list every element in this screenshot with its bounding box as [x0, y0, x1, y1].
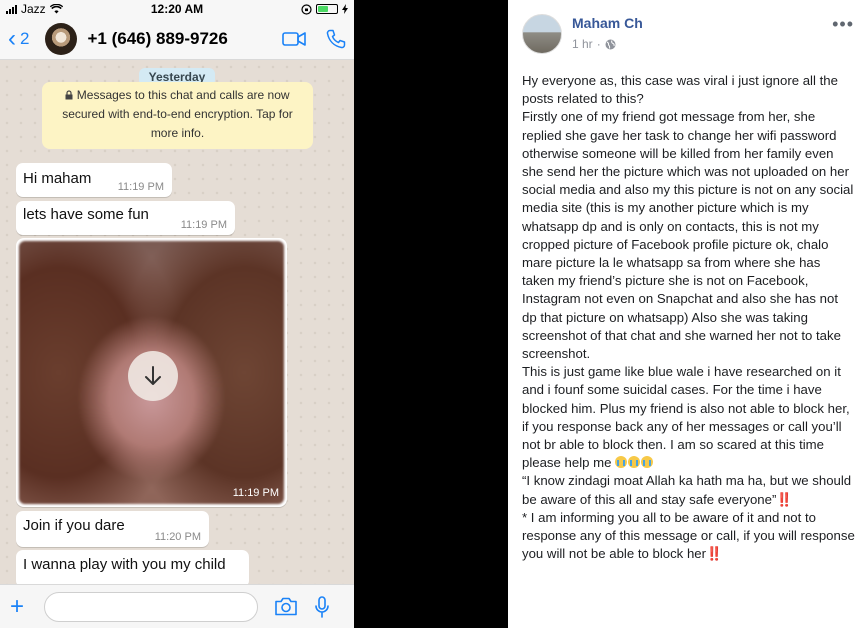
message-bubble[interactable]: lets have some fun 11:19 PM [16, 201, 235, 235]
message-bubble[interactable]: I wanna play with you my child [16, 550, 249, 588]
orientation-lock-icon [301, 3, 312, 15]
encryption-notice[interactable]: Messages to this chat and calls are now … [42, 82, 313, 149]
post-time[interactable]: 1 hr [572, 37, 593, 51]
screenshot-root: Jazz 12:20 AM ‹ 2 +1 (646) 889-9726 Yest… [0, 0, 868, 628]
crying-face-icon [628, 456, 641, 469]
author-name[interactable]: Maham Ch [572, 15, 643, 31]
message-time: 11:20 PM [154, 531, 201, 543]
message-text: Hi maham [23, 170, 92, 187]
post-text: Hy everyone as, this case was viral i ju… [522, 73, 854, 471]
contact-avatar[interactable] [45, 22, 78, 55]
plus-icon[interactable]: + [10, 594, 32, 619]
wifi-icon [49, 4, 63, 14]
message-time: 11:19 PM [117, 181, 164, 193]
message-text: lets have some fun [23, 206, 149, 223]
message-bubble[interactable]: Hi maham 11:19 PM [16, 163, 172, 197]
post-meta: 1 hr · [572, 37, 616, 51]
globe-icon[interactable] [605, 39, 616, 50]
facebook-post: Maham Ch 1 hr · ••• Hy everyone as, this… [508, 0, 868, 628]
carrier-label: Jazz [21, 2, 46, 16]
chevron-left-icon: ‹ [8, 24, 16, 52]
message-composer: + [0, 584, 354, 628]
post-body: Hy everyone as, this case was viral i ju… [522, 72, 856, 563]
back-button[interactable]: ‹ 2 [8, 24, 30, 52]
battery-icon [316, 4, 338, 14]
author-avatar[interactable] [522, 14, 562, 54]
encryption-notice-text: Messages to this chat and calls are now … [62, 88, 293, 140]
crying-face-icon [615, 456, 628, 469]
message-text: I wanna play with you my child [23, 556, 226, 573]
arrow-down-icon [145, 366, 161, 385]
message-bubble[interactable]: Join if you dare 11:20 PM [16, 511, 209, 547]
chat-header: ‹ 2 +1 (646) 889-9726 [0, 18, 354, 60]
back-unread-count: 2 [20, 28, 30, 48]
phone-call-icon[interactable] [326, 29, 346, 49]
camera-icon[interactable] [274, 597, 298, 616]
lock-icon [65, 90, 73, 100]
message-time: 11:19 PM [180, 219, 227, 231]
post-text-main: Hy everyone as, this case was viral i ju… [522, 72, 856, 472]
whatsapp-chat-screen: Jazz 12:20 AM ‹ 2 +1 (646) 889-9726 Yest… [0, 0, 354, 628]
message-input[interactable] [44, 591, 258, 622]
post-text-end: “I know zindagi moat Allah ka hath ma ha… [522, 473, 855, 562]
video-call-icon[interactable] [282, 31, 306, 47]
message-text: Join if you dare [23, 517, 125, 534]
separator-dot: · [596, 37, 601, 51]
header-actions [282, 29, 346, 49]
contact-name[interactable]: +1 (646) 889-9726 [87, 29, 227, 49]
signal-icon [6, 4, 17, 14]
image-message[interactable]: 11:19 PM [16, 238, 287, 507]
charging-icon [342, 4, 348, 14]
status-right [301, 3, 348, 15]
download-button[interactable] [128, 351, 178, 401]
image-time: 11:19 PM [232, 487, 279, 499]
microphone-icon[interactable] [314, 595, 330, 618]
status-left: Jazz [6, 2, 63, 16]
chat-body[interactable]: Yesterday Messages to this chat and call… [0, 60, 354, 588]
crying-face-icon [641, 456, 654, 469]
status-bar: Jazz 12:20 AM [0, 0, 354, 18]
more-options-button[interactable]: ••• [832, 14, 854, 35]
